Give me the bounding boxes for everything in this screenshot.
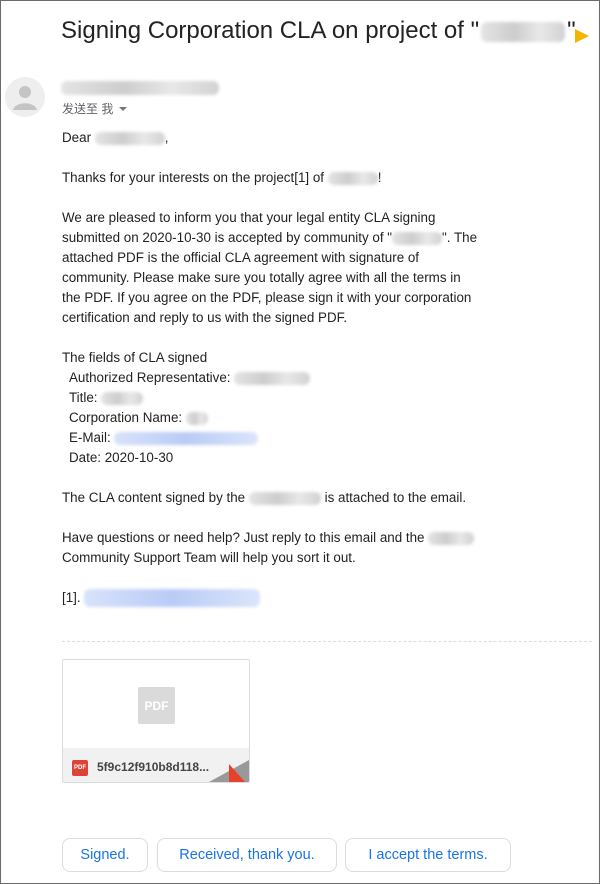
redacted-community bbox=[392, 231, 443, 245]
cla-content-prefix: The CLA content signed by the bbox=[62, 490, 246, 505]
inform-line-6: certification and reply to us with the s… bbox=[62, 310, 348, 325]
reference-label: [1]. bbox=[62, 590, 81, 605]
field-corporation: Corporation Name: bbox=[62, 410, 208, 425]
redacted-email bbox=[114, 431, 259, 445]
inform-line-3: attached PDF is the official CLA agreeme… bbox=[62, 250, 420, 265]
field-email-label: E-Mail: bbox=[69, 430, 111, 445]
help-paragraph: Have questions or need help? Just reply … bbox=[62, 528, 502, 568]
pdf-badge-icon: PDF bbox=[72, 760, 88, 776]
redacted-name bbox=[94, 131, 165, 145]
redacted-representative bbox=[234, 371, 311, 385]
redacted-title bbox=[101, 391, 144, 405]
smart-reply-signed-button[interactable]: Signed. bbox=[62, 838, 148, 872]
attachment-footer: PDF 5f9c12f910b8d118... bbox=[63, 748, 249, 782]
redacted-community-name bbox=[428, 531, 475, 545]
inform-line-1: We are pleased to inform you that your l… bbox=[62, 210, 436, 225]
field-representative: Authorized Representative: bbox=[62, 370, 311, 385]
cla-content-line: The CLA content signed by the is attache… bbox=[62, 488, 502, 508]
inform-line-2b: ". The bbox=[442, 230, 478, 245]
person-icon bbox=[13, 86, 37, 110]
help-line-1: Have questions or need help? Just reply … bbox=[62, 530, 425, 545]
attachment-fold-red-icon bbox=[229, 764, 245, 782]
redacted-corporation bbox=[185, 411, 208, 425]
redacted-project-name bbox=[481, 21, 566, 42]
redacted-project bbox=[327, 171, 378, 185]
greeting-text: Dear bbox=[62, 130, 92, 145]
pdf-file-icon: PDF bbox=[138, 687, 175, 724]
sender-avatar bbox=[5, 77, 45, 117]
inform-line-5: the PDF. If you agree on the PDF, please… bbox=[62, 290, 472, 305]
attachment-filename: 5f9c12f910b8d118... bbox=[97, 760, 210, 774]
importance-marker-icon[interactable] bbox=[575, 29, 589, 43]
redacted-sender bbox=[61, 81, 219, 95]
smart-reply-received-button[interactable]: Received, thank you. bbox=[157, 838, 337, 872]
attachment-divider bbox=[62, 641, 592, 642]
thanks-exclaim: ! bbox=[377, 170, 382, 185]
smart-reply-accept-button[interactable]: I accept the terms. bbox=[345, 838, 511, 872]
fields-heading: The fields of CLA signed bbox=[62, 350, 208, 365]
email-body: Dear , Thanks for your interests on the … bbox=[62, 128, 502, 628]
fields-block: The fields of CLA signed Authorized Repr… bbox=[62, 348, 502, 468]
pdf-attachment-card[interactable]: PDF PDF 5f9c12f910b8d118... bbox=[62, 659, 250, 783]
chevron-down-icon bbox=[119, 106, 128, 111]
greeting: Dear , bbox=[62, 128, 502, 148]
redacted-reference-link[interactable] bbox=[84, 589, 261, 608]
inform-paragraph: We are pleased to inform you that your l… bbox=[62, 208, 502, 328]
email-subject: Signing Corporation CLA on project of " " bbox=[61, 17, 576, 45]
field-corp-label: Corporation Name: bbox=[69, 410, 183, 425]
cla-content-suffix: is attached to the email. bbox=[324, 490, 467, 505]
inform-line-4: community. Please make sure you totally … bbox=[62, 270, 461, 285]
recipient-label: 发送至 我 bbox=[62, 102, 114, 116]
greeting-comma: , bbox=[164, 130, 169, 145]
reference-line: [1]. bbox=[62, 588, 502, 608]
field-email: E-Mail: bbox=[62, 430, 259, 445]
help-line-2: Community Support Team will help you sor… bbox=[62, 550, 356, 565]
field-date: Date: 2020-10-30 bbox=[69, 450, 174, 465]
field-rep-label: Authorized Representative: bbox=[69, 370, 231, 385]
field-title-label: Title: bbox=[69, 390, 98, 405]
thanks-text: Thanks for your interests on the project… bbox=[62, 170, 324, 185]
redacted-signer bbox=[248, 491, 321, 505]
subject-text: Signing Corporation CLA on project of " bbox=[61, 17, 480, 44]
inform-line-2a: submitted on 2020-10-30 is accepted by c… bbox=[62, 230, 393, 245]
attachment-preview: PDF bbox=[63, 660, 249, 749]
recipient-details-toggle[interactable]: 发送至 我 bbox=[62, 100, 128, 117]
thanks-line: Thanks for your interests on the project… bbox=[62, 168, 502, 188]
field-title: Title: bbox=[62, 390, 144, 405]
